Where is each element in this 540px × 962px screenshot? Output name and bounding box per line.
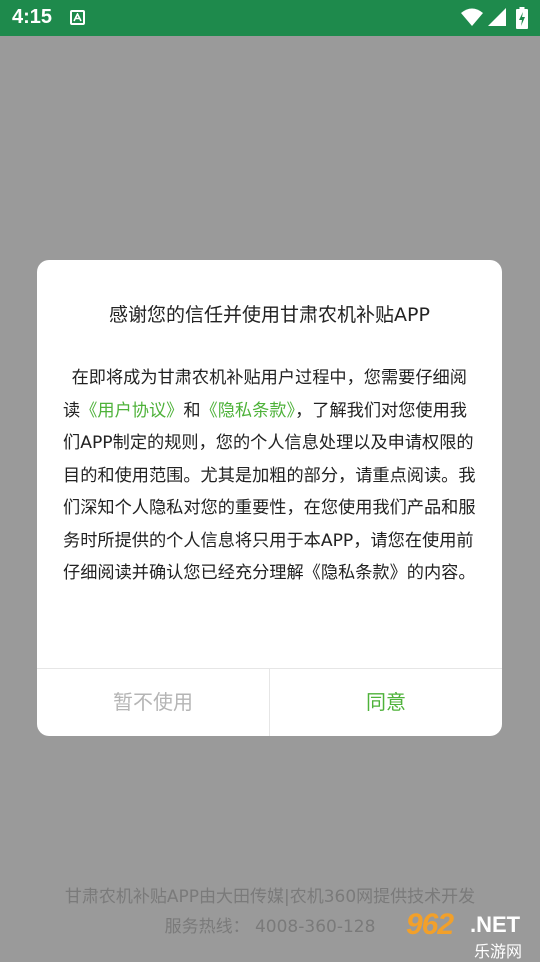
signal-icon xyxy=(488,8,506,26)
body-text-3: ，了解我们对您使用我们APP制定的规则，您的个人信息处理以及申请权限的目的和使用… xyxy=(63,400,476,584)
decline-button[interactable]: 暂不使用 xyxy=(37,669,269,736)
user-agreement-link[interactable]: 《用户协议》 xyxy=(80,401,183,421)
dialog-title: 感谢您的信任并使用甘肃农机补贴APP xyxy=(109,304,430,326)
footer-credit: 甘肃农机补贴APP由大田传媒|农机360网提供技术开发 xyxy=(64,887,476,907)
agree-button[interactable]: 同意 xyxy=(270,669,502,736)
privacy-terms-link[interactable]: 《隐私条款》 xyxy=(201,401,296,421)
accessibility-a-icon xyxy=(70,10,85,25)
watermark-sub: 乐游网 xyxy=(474,942,523,961)
status-time: 4:15 xyxy=(12,6,53,28)
status-bar: 4:15 xyxy=(0,0,540,36)
watermark-logo: 962 .NET 乐游网 xyxy=(398,906,540,961)
body-text-2: 和 xyxy=(183,400,201,421)
watermark-number: 962 xyxy=(406,908,454,941)
watermark-net: .NET xyxy=(470,912,521,937)
battery-charging-icon xyxy=(516,7,528,29)
privacy-dialog: 感谢您的信任并使用甘肃农机补贴APP 在即将成为甘肃农机补贴用户过程中，您需要仔… xyxy=(37,260,502,736)
wifi-icon xyxy=(461,8,483,26)
dialog-body: 在即将成为甘肃农机补贴用户过程中，您需要仔细阅读《用户协议》和《隐私条款》，了解… xyxy=(63,362,477,590)
